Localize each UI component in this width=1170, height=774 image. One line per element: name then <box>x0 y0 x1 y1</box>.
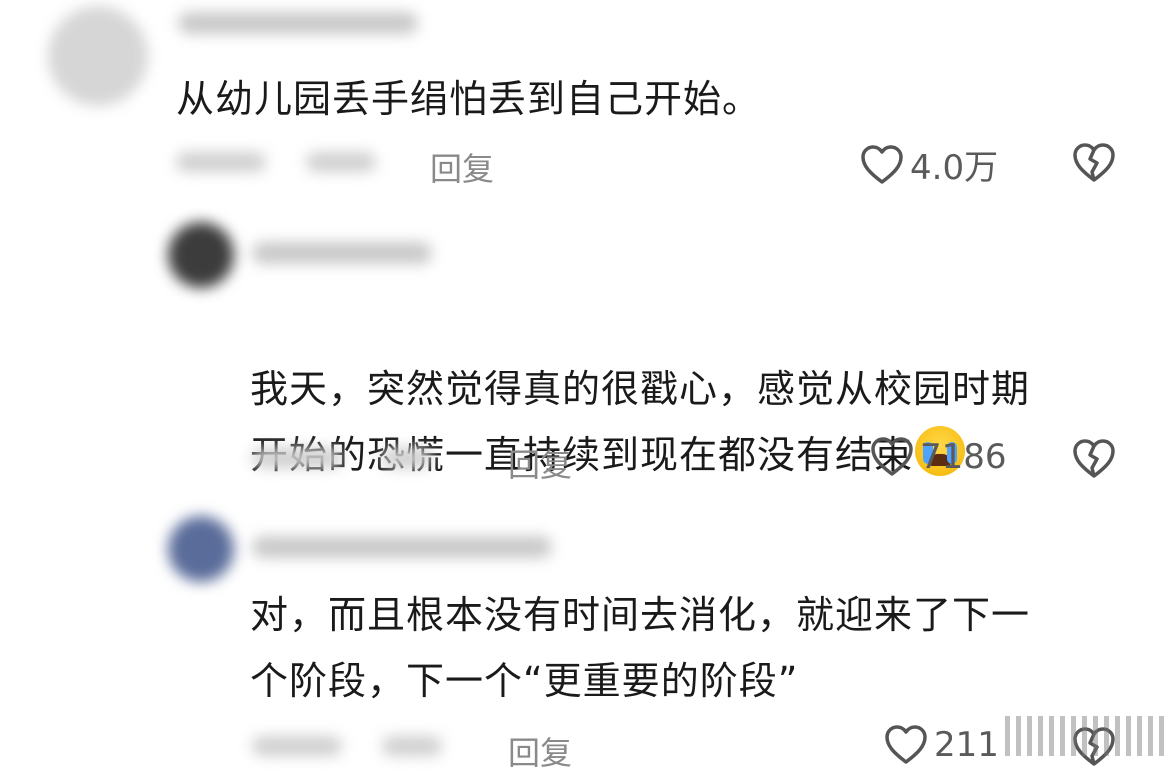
avatar[interactable] <box>168 516 234 582</box>
like-count: 7186 <box>920 437 1007 477</box>
location-blurred <box>382 448 432 468</box>
reply-button[interactable]: 回复 <box>508 728 572 774</box>
username-blurred[interactable] <box>252 242 432 264</box>
username-blurred[interactable] <box>178 12 418 34</box>
location-blurred <box>382 736 442 756</box>
avatar[interactable] <box>48 6 148 106</box>
location-blurred <box>306 152 376 172</box>
timestamp-blurred <box>176 152 266 172</box>
broken-heart-icon <box>1073 439 1115 478</box>
comment-text: 对，而且根本没有时间去消化，就迎来了下一 个阶段，下一个“更重要的阶段” <box>250 593 1031 703</box>
like-count: 211 <box>934 725 999 765</box>
reply-button[interactable]: 回复 <box>430 144 494 190</box>
watermark-bars <box>1005 716 1164 756</box>
like-count: 4.0万 <box>910 148 999 188</box>
broken-heart-icon <box>1073 143 1115 182</box>
avatar[interactable] <box>168 222 234 288</box>
dislike-button[interactable] <box>1072 438 1116 480</box>
heart-outline-icon <box>871 437 913 476</box>
username-blurred[interactable] <box>252 536 552 558</box>
heart-outline-icon <box>861 144 903 184</box>
timestamp-blurred <box>252 736 342 756</box>
timestamp-blurred <box>252 448 342 468</box>
like-button[interactable]: 7186 <box>870 436 1007 478</box>
dislike-button[interactable] <box>1072 142 1116 184</box>
reply-button[interactable]: 回复 <box>508 440 572 486</box>
like-button[interactable]: 4.0万 <box>860 140 998 189</box>
comment-text: 从幼儿园丢手绢怕丢到自己开始。 <box>176 77 762 121</box>
